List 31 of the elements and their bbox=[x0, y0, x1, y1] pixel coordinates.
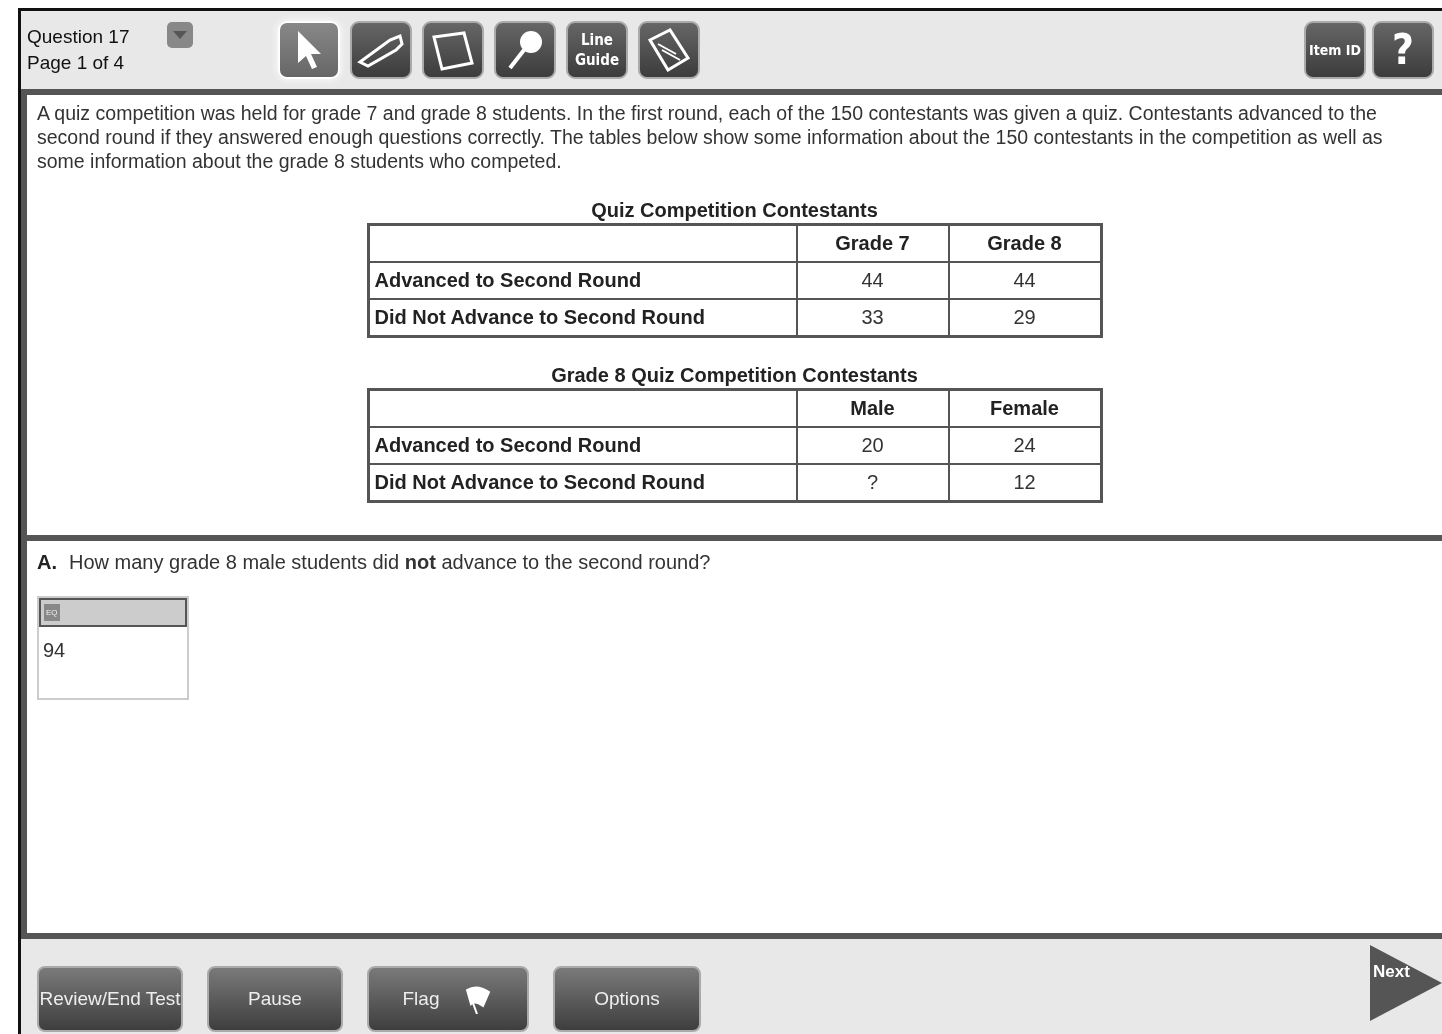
column-header: Grade 7 bbox=[796, 224, 949, 262]
footer-button[interactable]: Flag bbox=[367, 966, 529, 1032]
passage-text: A quiz competition was held for grade 7 and grade 8 students. In the first round, each of the 150 contestants was given a quiz. Contestants advanced to the second round if they answered enough questions correctly. The tables below show some information about the 150 contestants in the competition as well as some information about the grade 8 students who competed. bbox=[37, 101, 1384, 173]
question-number: Question 17 bbox=[27, 25, 131, 49]
row-header: Advanced to Second Round bbox=[368, 262, 797, 299]
table-title: Quiz Competition Contestants bbox=[591, 199, 878, 222]
row-header: Advanced to Second Round bbox=[368, 427, 797, 464]
notepad-tool-button[interactable] bbox=[422, 21, 484, 79]
answer-value: 94 bbox=[42, 638, 67, 663]
dropdown-button[interactable] bbox=[167, 22, 193, 48]
column-header: Male bbox=[796, 389, 949, 427]
footer-button[interactable]: Review/End Test bbox=[37, 966, 183, 1032]
table-title: Grade 8 Quiz Competition Contestants bbox=[551, 364, 918, 387]
page-indicator: Page 1 of 4 bbox=[27, 51, 126, 75]
caret-icon bbox=[173, 31, 187, 39]
table-cell: 44 bbox=[796, 262, 949, 299]
pointer-tool-button[interactable] bbox=[278, 21, 340, 79]
answer-field[interactable]: EQ 94 bbox=[37, 596, 189, 700]
footer-button[interactable]: Options bbox=[553, 966, 701, 1032]
table-cell: 20 bbox=[796, 427, 949, 464]
magnifier-tool-button[interactable] bbox=[494, 21, 556, 79]
line-guide-button[interactable]: Line Guide bbox=[566, 21, 628, 79]
question-text: How many grade 8 male students did not advance to the second round? bbox=[69, 551, 711, 574]
footer-button[interactable]: Pause bbox=[207, 966, 343, 1032]
highlighter-tool-button[interactable] bbox=[350, 21, 412, 79]
help-button[interactable]: ? bbox=[1372, 21, 1434, 79]
highlighter-icon bbox=[356, 32, 406, 68]
item-id-button[interactable]: Item ID bbox=[1304, 21, 1366, 79]
calculator-tool-button[interactable] bbox=[638, 21, 700, 79]
next-button[interactable]: Next bbox=[1370, 945, 1442, 1021]
question-letter: A. bbox=[37, 551, 57, 574]
